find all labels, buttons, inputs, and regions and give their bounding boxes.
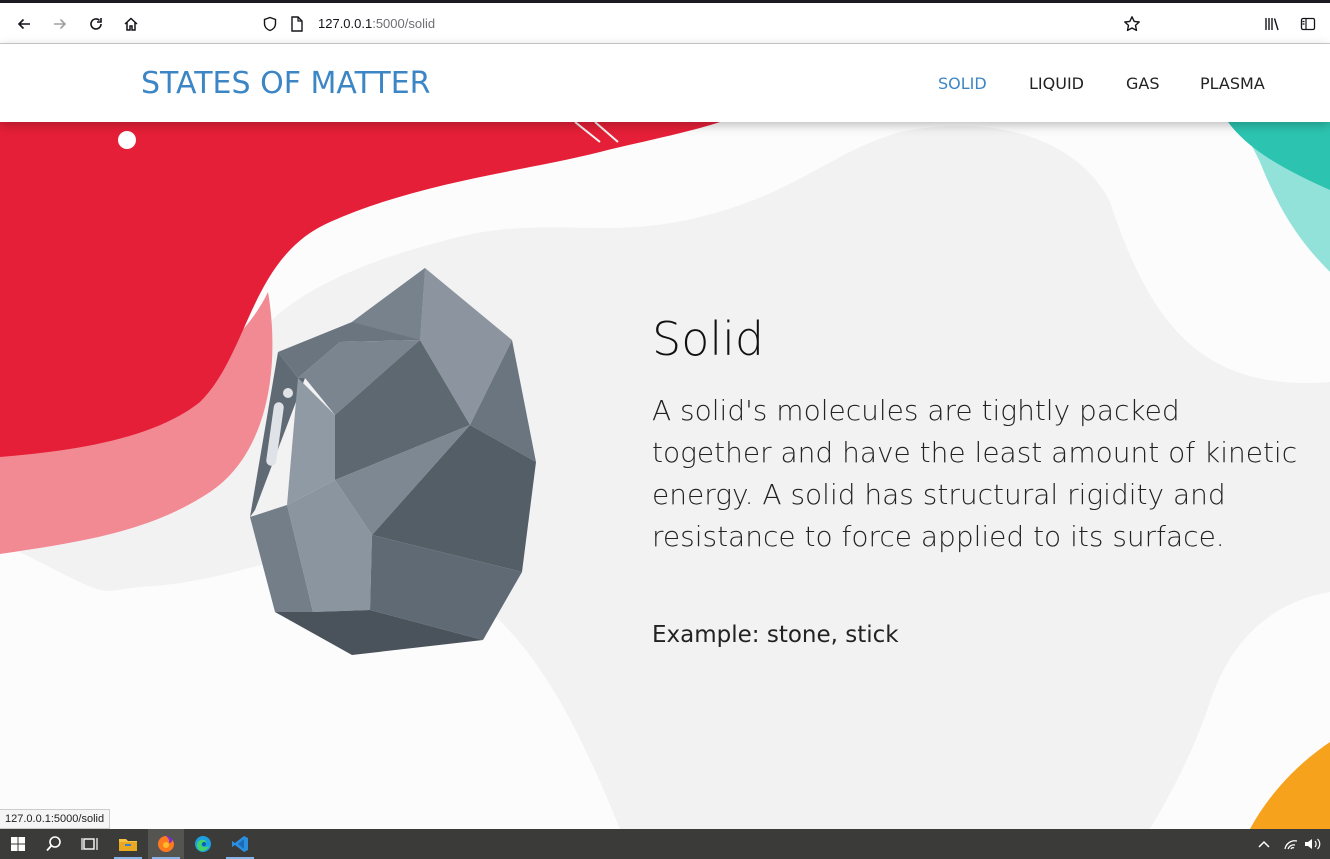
address-bar[interactable]: 127.0.0.1:5000/solid [256,9,1156,39]
reload-icon[interactable] [82,10,110,38]
nav-liquid[interactable]: LIQUID [1029,74,1084,93]
file-explorer-icon[interactable] [110,829,146,859]
task-view-icon[interactable] [72,829,108,859]
firefox-icon[interactable] [148,829,184,859]
chevron-up-icon[interactable] [1257,837,1271,855]
search-icon[interactable] [36,829,72,859]
example-text: Example: stone, stick [652,622,899,648]
home-icon[interactable] [117,10,145,38]
site-logo[interactable]: STATES OF MATTER [141,66,431,101]
white-dot [118,131,136,149]
url-path: :5000/solid [372,16,436,31]
library-icon[interactable] [1258,10,1286,38]
url-host: 127.0.0.1 [318,16,373,31]
forward-arrow-icon[interactable] [46,10,74,38]
page-title: Solid [652,312,765,366]
back-arrow-icon[interactable] [10,10,38,38]
volume-icon[interactable] [1304,837,1322,856]
url-text[interactable]: 127.0.0.1:5000/solid [318,16,435,31]
vscode-icon[interactable] [222,829,258,859]
nav-solid[interactable]: SOLID [938,74,987,93]
network-icon[interactable] [1283,837,1299,856]
shield-icon[interactable] [262,16,278,37]
sidebar-icon[interactable] [1294,10,1322,38]
description-text: A solid's molecules are tightly packed t… [652,394,1298,553]
rock-illustration [250,268,536,655]
status-bar-url: 127.0.0.1:5000/solid [0,809,111,829]
nav-plasma[interactable]: PLASMA [1200,74,1265,93]
browser-toolbar: 127.0.0.1:5000/solid [0,3,1330,44]
page-icon[interactable] [290,16,304,37]
site-header: STATES OF MATTER SOLID LIQUID GAS PLASMA [0,44,1330,122]
nav-gas[interactable]: GAS [1126,74,1160,93]
bookmark-star-icon[interactable] [1118,10,1146,38]
edge-icon[interactable] [185,829,221,859]
windows-taskbar [0,829,1330,859]
main-content: Solid A solid's molecules are tightly pa… [0,122,1330,829]
windows-start-icon[interactable] [0,829,36,859]
